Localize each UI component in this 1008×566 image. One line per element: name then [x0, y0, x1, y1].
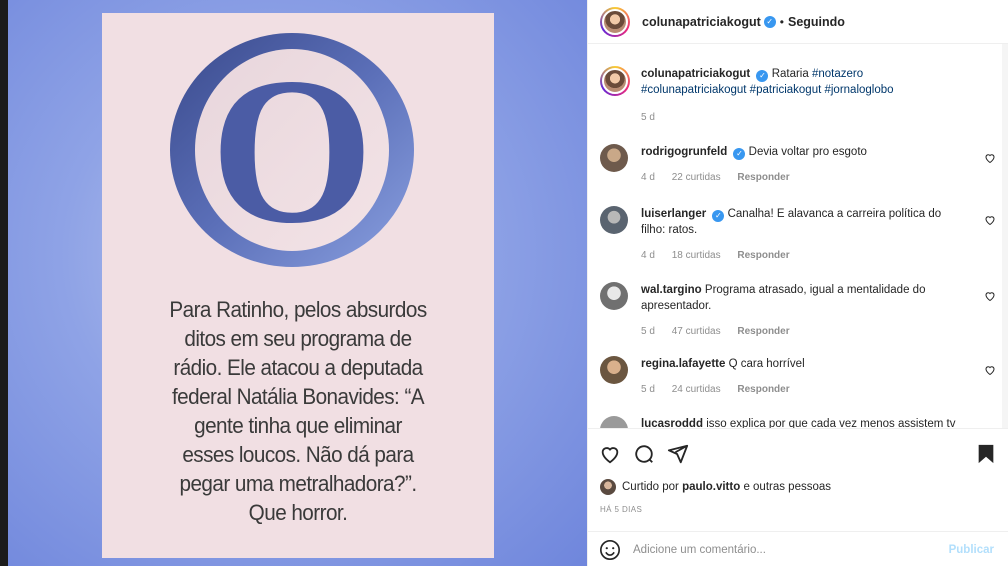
- author-username[interactable]: colunapatriciakogut: [642, 15, 761, 29]
- comment-text: Devia voltar pro esgoto: [748, 146, 867, 158]
- verified-icon: ✓: [712, 210, 725, 222]
- commenter-avatar[interactable]: [600, 144, 628, 172]
- post-header: colunapatriciakogut ✓ • Seguindo: [588, 0, 1008, 44]
- svg-text:O: O: [210, 35, 373, 267]
- post-actions: Curtido por paulo.vitto e outras pessoas…: [588, 428, 1008, 566]
- author-avatar[interactable]: [600, 6, 630, 37]
- comment-likes[interactable]: 24 curtidas: [672, 384, 721, 395]
- commenter-avatar[interactable]: [600, 206, 628, 234]
- comment-likes[interactable]: 18 curtidas: [672, 250, 721, 261]
- like-comment-icon[interactable]: [984, 152, 996, 164]
- liker-avatar[interactable]: [600, 479, 616, 495]
- liked-user[interactable]: paulo.vitto: [682, 481, 740, 493]
- liked-by: Curtido por paulo.vitto e outras pessoas: [600, 479, 831, 495]
- comments-list[interactable]: colunapatriciakogut ✓ Rataria #notazero …: [588, 44, 1008, 428]
- o-globo-logo: O: [170, 33, 414, 267]
- comment-likes[interactable]: 47 curtidas: [672, 326, 721, 337]
- post-quote-text: Para Ratinho, pelos absurdos ditos em se…: [169, 297, 427, 525]
- comment-time: 4 d: [641, 172, 655, 183]
- caption-time: 5 d: [641, 112, 655, 123]
- comment-time: 5 d: [641, 326, 655, 337]
- post-time: HÁ 5 DIAS: [600, 505, 643, 514]
- comment-time: 5 d: [641, 384, 655, 395]
- reply-button[interactable]: Responder: [737, 172, 789, 183]
- comment-text: Q cara horrível: [728, 358, 805, 370]
- verified-icon: ✓: [756, 70, 769, 82]
- like-comment-icon[interactable]: [984, 290, 996, 302]
- comment-text: isso explica por que cada vez menos assi…: [706, 418, 956, 428]
- comment-input[interactable]: Adicione um comentário...: [633, 544, 949, 556]
- add-comment-bar: Adicione um comentário... Publicar: [588, 531, 1008, 566]
- commenter-username[interactable]: regina.lafayette: [641, 358, 725, 370]
- separator-dot: •: [779, 14, 784, 29]
- comments-scrollbar[interactable]: [1002, 44, 1008, 428]
- caption-avatar[interactable]: [600, 66, 630, 96]
- liked-suffix[interactable]: e outras pessoas: [743, 481, 831, 493]
- following-button[interactable]: Seguindo: [788, 15, 845, 29]
- comment-icon[interactable]: [633, 443, 655, 465]
- reply-button[interactable]: Responder: [737, 250, 789, 261]
- comment-time: 4 d: [641, 250, 655, 261]
- verified-icon: ✓: [763, 15, 776, 28]
- like-comment-icon[interactable]: [984, 214, 996, 226]
- commenter-avatar[interactable]: [600, 416, 628, 428]
- share-icon[interactable]: [667, 443, 689, 465]
- commenter-username[interactable]: rodrigogrunfeld: [641, 146, 727, 158]
- like-icon[interactable]: [599, 443, 621, 465]
- commenter-username[interactable]: wal.targino: [641, 284, 702, 296]
- post-sidebar: colunapatriciakogut ✓ • Seguindo colunap…: [587, 0, 1008, 566]
- commenter-avatar[interactable]: [600, 282, 628, 310]
- comment-likes[interactable]: 22 curtidas: [672, 172, 721, 183]
- commenter-username[interactable]: lucasroddd: [641, 418, 703, 428]
- publish-button[interactable]: Publicar: [949, 544, 994, 556]
- reply-button[interactable]: Responder: [737, 326, 789, 337]
- commenter-username[interactable]: luiserlanger: [641, 208, 706, 220]
- caption-username[interactable]: colunapatriciakogut: [641, 68, 750, 80]
- verified-icon: ✓: [733, 148, 746, 160]
- like-comment-icon[interactable]: [984, 364, 996, 376]
- emoji-icon[interactable]: [599, 539, 621, 561]
- caption-text: Rataria: [771, 68, 809, 80]
- post-media[interactable]: O Para Ratinho, pelos absurdos ditos em …: [0, 0, 587, 566]
- liked-prefix: Curtido por: [622, 481, 679, 493]
- post-card: O Para Ratinho, pelos absurdos ditos em …: [102, 13, 494, 558]
- commenter-avatar[interactable]: [600, 356, 628, 384]
- reply-button[interactable]: Responder: [737, 384, 789, 395]
- bookmark-icon[interactable]: [976, 443, 996, 465]
